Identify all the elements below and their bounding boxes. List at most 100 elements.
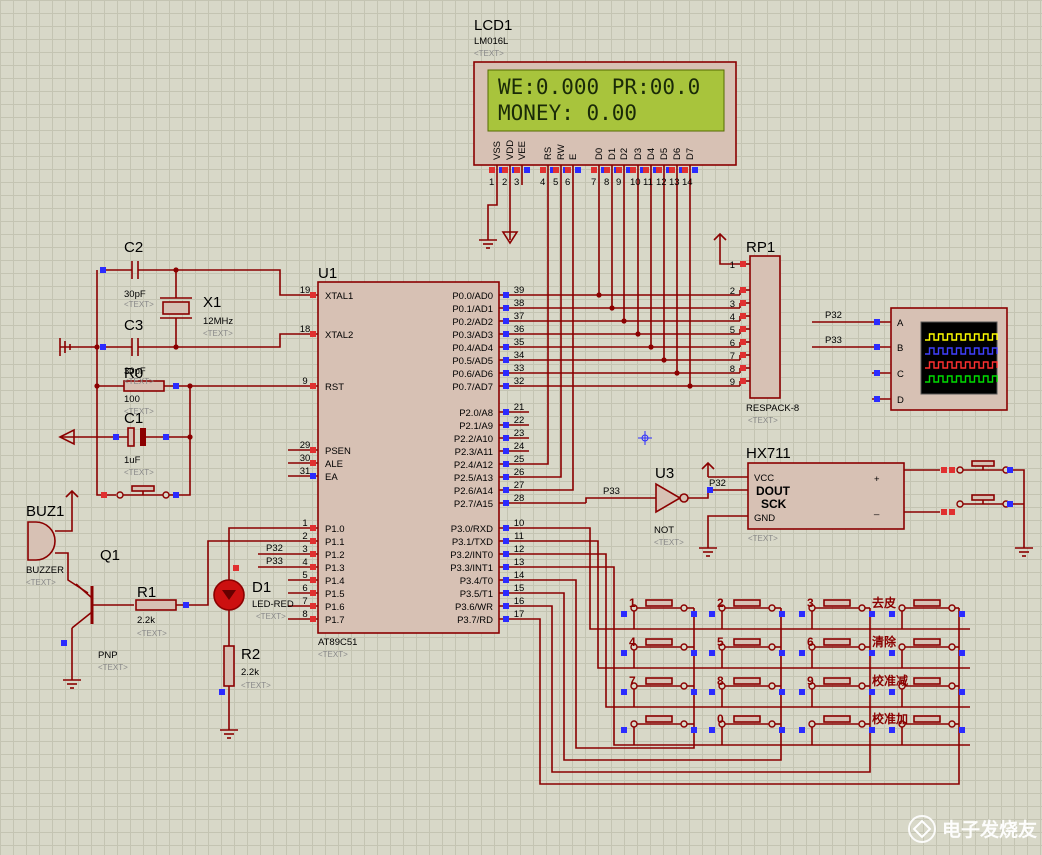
key-label: 5	[717, 635, 724, 649]
mcu-pin-name: P3.5/T1	[460, 589, 493, 600]
key-label: 1	[629, 596, 636, 610]
key-cap[interactable]	[645, 715, 673, 723]
mcu-pin-name: P0.3/AD3	[452, 330, 493, 341]
mcu-pin-name: P2.7/A15	[454, 499, 493, 510]
junction-dot	[661, 357, 667, 363]
mcu-pin-number: 7	[302, 596, 307, 607]
hx711-sck: SCK	[761, 497, 787, 511]
key-blank[interactable]	[630, 715, 688, 728]
keypad-row-wire	[529, 527, 970, 630]
c1-ref: C1	[124, 410, 143, 427]
crystal-body	[162, 301, 190, 315]
key-cap[interactable]	[645, 638, 673, 646]
pin-marker-red	[740, 326, 746, 332]
key-9[interactable]	[808, 677, 866, 690]
pin-marker-red	[101, 492, 107, 498]
key-cap[interactable]	[823, 715, 851, 723]
key-cap[interactable]	[645, 677, 673, 685]
key-cap[interactable]	[913, 638, 941, 646]
key-4[interactable]	[630, 638, 688, 651]
mcu-pin-name: P1.5	[325, 589, 345, 600]
key-cap[interactable]	[913, 677, 941, 685]
scope-channel-label: C	[897, 369, 904, 380]
lcd-pin-number: 2	[502, 177, 507, 188]
mcu-pin-number: 28	[514, 493, 525, 504]
key-cap[interactable]	[823, 677, 851, 685]
pin-marker-red	[310, 603, 316, 609]
mcu-pin-number: 30	[300, 453, 311, 464]
key-6[interactable]	[808, 638, 866, 651]
key-1[interactable]	[630, 599, 688, 612]
pin-marker-blue	[163, 434, 169, 440]
key-cap[interactable]	[823, 638, 851, 646]
mcu-pin-number: 31	[300, 466, 311, 477]
key-label: 清除	[872, 634, 897, 649]
key-cap[interactable]	[733, 599, 761, 607]
scope-channel-label: A	[897, 318, 904, 329]
rp1-pin-number: 6	[730, 338, 735, 349]
scope-screen	[920, 321, 998, 395]
key-label: 9	[807, 674, 814, 688]
schematic-canvas: LCD1 LM016L <TEXT> WE:0.000 PR:00.0MONEY: 0…	[26, 17, 1037, 843]
rp1-pin-number: 8	[730, 364, 735, 375]
pin-marker-blue	[889, 611, 895, 617]
pin-marker-red	[682, 167, 688, 173]
hx711-gnd: GND	[754, 513, 775, 524]
junction-dot	[173, 344, 179, 350]
mcu-pin-name: EA	[325, 472, 338, 483]
scope-channel-label: B	[897, 343, 903, 354]
mcu-pin-number: 1	[302, 518, 307, 529]
pin-marker-red	[233, 565, 239, 571]
pin-marker-blue	[779, 650, 785, 656]
mcu-pin-number: 23	[514, 428, 525, 439]
pin-marker-blue	[709, 689, 715, 695]
key-terminal	[768, 604, 776, 612]
key-3[interactable]	[808, 599, 866, 612]
lcd-pin-label: D6	[672, 148, 683, 160]
key-label: 6	[807, 635, 814, 649]
pin-marker-red	[310, 577, 316, 583]
pin-marker-blue	[621, 611, 627, 617]
key-cap[interactable]	[913, 599, 941, 607]
lcd-line1: WE:0.000 PR:00.0	[498, 75, 700, 99]
lcd-pin-label: D1	[607, 148, 618, 160]
pin-marker-red	[310, 460, 316, 466]
key-cap[interactable]	[823, 599, 851, 607]
mcu-pin-number: 11	[514, 531, 524, 542]
key-cap[interactable]	[733, 638, 761, 646]
key-terminal	[948, 682, 956, 690]
mcu-pin-name: P3.7/RD	[457, 615, 493, 626]
key-clear[interactable]	[898, 638, 956, 651]
pin-marker-blue	[799, 650, 805, 656]
pin-marker-blue	[709, 650, 715, 656]
key-label: 3	[807, 596, 814, 610]
key-cap[interactable]	[733, 715, 761, 723]
key-blank-2[interactable]	[808, 715, 866, 728]
key-0[interactable]	[718, 715, 776, 728]
lcd-vss-wire	[487, 185, 498, 232]
rp1-body	[749, 255, 781, 399]
key-cap[interactable]	[645, 599, 673, 607]
key-8[interactable]	[718, 677, 776, 690]
pin-marker-blue	[503, 603, 509, 609]
key-7[interactable]	[630, 677, 688, 690]
key-tare[interactable]	[898, 599, 956, 612]
junction-dot	[674, 370, 680, 376]
key-label: 8	[717, 674, 724, 688]
key-2[interactable]	[718, 599, 776, 612]
hx711-plus: +	[874, 474, 880, 485]
pin-marker-red	[514, 167, 520, 173]
key-cap[interactable]	[913, 715, 941, 723]
pin-marker-blue	[869, 650, 875, 656]
lcd-pin-label: D2	[619, 148, 630, 160]
key-5[interactable]	[718, 638, 776, 651]
key-cap[interactable]	[733, 677, 761, 685]
mcu-pin-number: 25	[514, 454, 525, 465]
pin-marker-blue	[959, 689, 965, 695]
mcu-pin-name: P0.5/AD5	[452, 356, 493, 367]
key-terminal	[680, 643, 688, 651]
button-terminal	[956, 500, 964, 508]
key-terminal	[768, 720, 776, 728]
pin-marker-red	[310, 331, 316, 337]
key-label: 校准加	[872, 711, 908, 726]
